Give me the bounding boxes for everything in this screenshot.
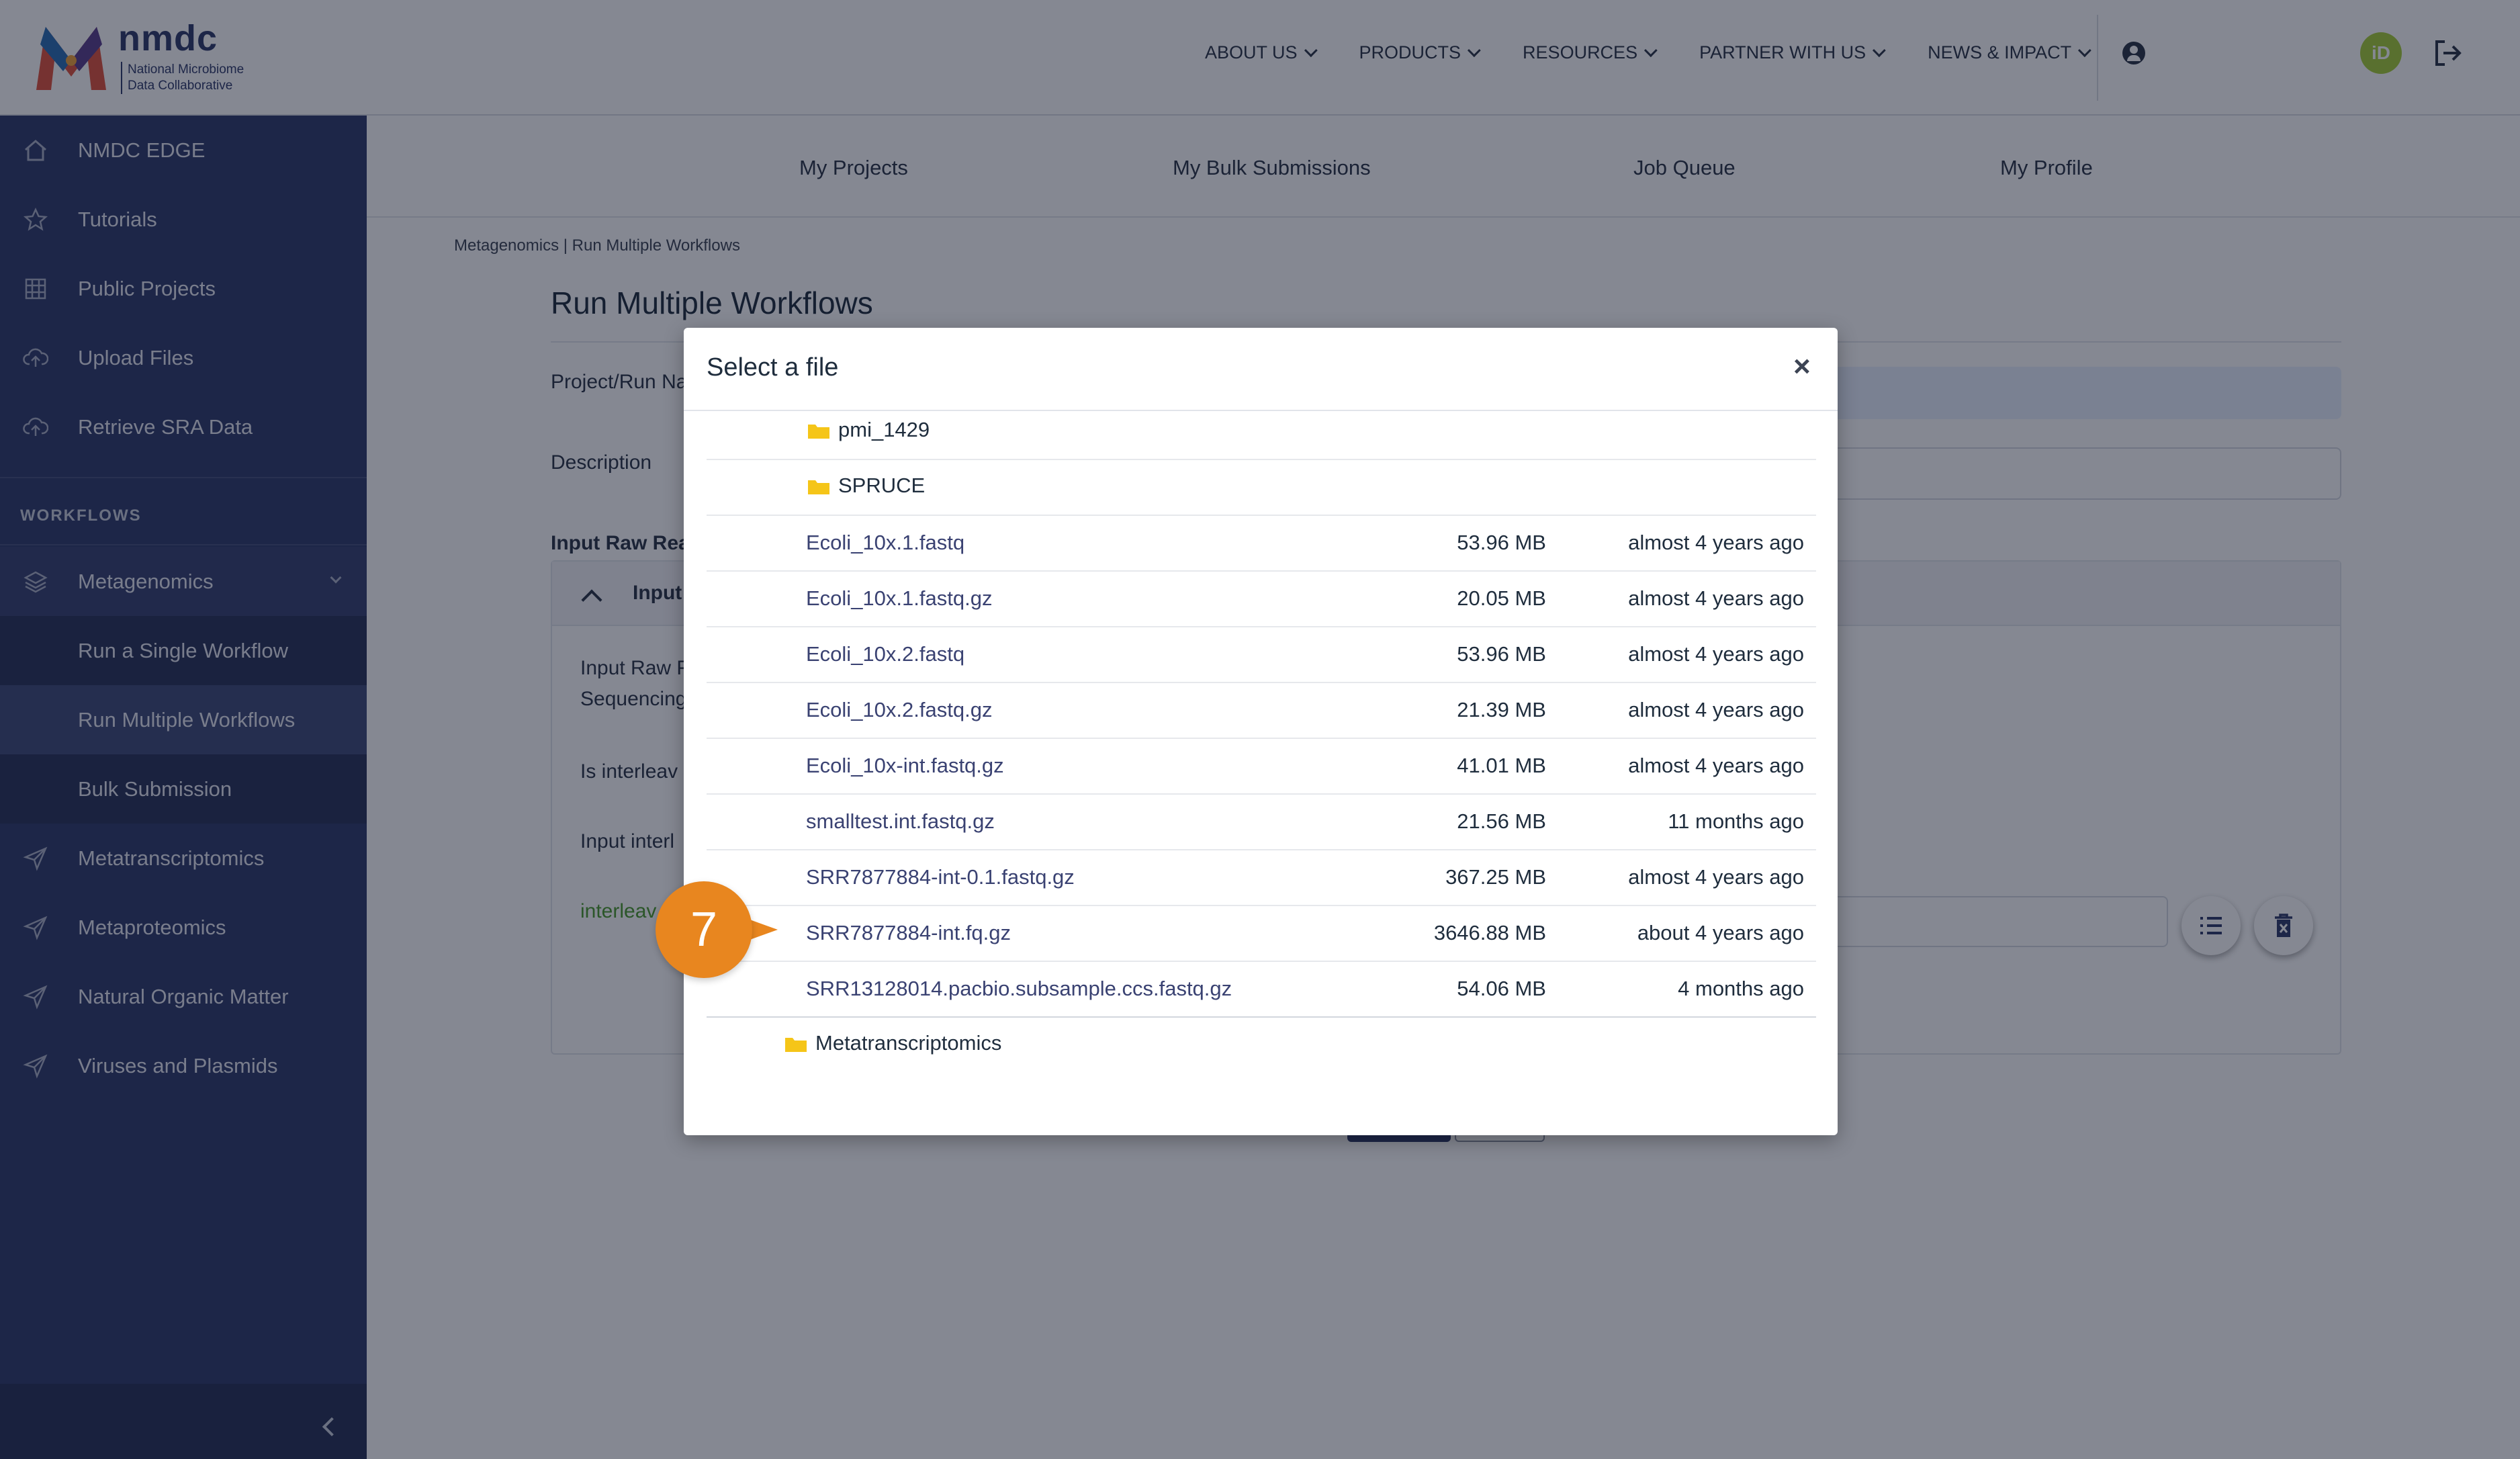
folder-icon bbox=[808, 480, 829, 494]
folder-name: SPRUCE bbox=[838, 474, 926, 497]
file-date: almost 4 years ago bbox=[1628, 531, 1804, 554]
folder-name: Metatranscriptomics bbox=[815, 1031, 1002, 1055]
file-size: 3646.88 MB bbox=[1433, 921, 1546, 944]
file-name: SRR13128014.pacbio.subsample.ccs.fastq.g… bbox=[806, 977, 1232, 1000]
close-icon[interactable]: × bbox=[1793, 352, 1811, 382]
file-size: 41.01 MB bbox=[1457, 754, 1546, 777]
file-size: 21.56 MB bbox=[1457, 809, 1546, 833]
folder-name: pmi_1429 bbox=[838, 418, 930, 441]
folder-icon bbox=[785, 1038, 807, 1052]
file-size: 53.96 MB bbox=[1457, 531, 1546, 554]
file-name: Ecoli_10x.2.fastq bbox=[806, 642, 965, 666]
file-row[interactable]: Ecoli_10x.2.fastq.gz 21.39 MB almost 4 y… bbox=[707, 683, 1816, 739]
folder-icon bbox=[808, 425, 829, 439]
file-name: Ecoli_10x.1.fastq bbox=[806, 531, 965, 554]
step-number-badge: 7 bbox=[656, 881, 752, 978]
file-size: 20.05 MB bbox=[1457, 586, 1546, 610]
file-size: 367.25 MB bbox=[1445, 865, 1546, 889]
folder-row-metatranscriptomics[interactable]: Metatranscriptomics bbox=[707, 1018, 1816, 1073]
file-row[interactable]: SRR7877884-int-0.1.fastq.gz 367.25 MB al… bbox=[707, 850, 1816, 906]
file-size: 21.39 MB bbox=[1457, 698, 1546, 721]
file-row[interactable]: Ecoli_10x.1.fastq.gz 20.05 MB almost 4 y… bbox=[707, 572, 1816, 627]
file-name: SRR7877884-int.fq.gz bbox=[806, 921, 1011, 944]
file-date: almost 4 years ago bbox=[1628, 754, 1804, 777]
file-date: almost 4 years ago bbox=[1628, 642, 1804, 666]
file-row[interactable]: Ecoli_10x.2.fastq 53.96 MB almost 4 year… bbox=[707, 627, 1816, 683]
file-date: 4 months ago bbox=[1678, 977, 1804, 1000]
modal-title: Select a file bbox=[707, 353, 839, 382]
file-row-selected-target[interactable]: SRR7877884-int.fq.gz 3646.88 MB about 4 … bbox=[707, 906, 1816, 962]
folder-row-spruce[interactable]: SPRUCE bbox=[707, 460, 1816, 516]
file-row[interactable]: SRR13128014.pacbio.subsample.ccs.fastq.g… bbox=[707, 962, 1816, 1018]
file-size: 54.06 MB bbox=[1457, 977, 1546, 1000]
select-file-modal: Select a file × pmi_1429 SPRUCE Ecoli_10… bbox=[684, 328, 1838, 1135]
file-date: almost 4 years ago bbox=[1628, 586, 1804, 610]
folder-row-pmi-1429[interactable]: pmi_1429 bbox=[707, 404, 1816, 460]
file-size: 53.96 MB bbox=[1457, 642, 1546, 666]
file-row[interactable]: smalltest.int.fastq.gz 21.56 MB 11 month… bbox=[707, 795, 1816, 850]
file-date: about 4 years ago bbox=[1637, 921, 1804, 944]
file-name: SRR7877884-int-0.1.fastq.gz bbox=[806, 865, 1075, 889]
file-row[interactable]: Ecoli_10x-int.fastq.gz 41.01 MB almost 4… bbox=[707, 739, 1816, 795]
file-date: almost 4 years ago bbox=[1628, 865, 1804, 889]
modal-header: Select a file × bbox=[684, 328, 1838, 411]
file-date: 11 months ago bbox=[1668, 809, 1804, 833]
file-name: Ecoli_10x.2.fastq.gz bbox=[806, 698, 993, 721]
file-name: smalltest.int.fastq.gz bbox=[806, 809, 995, 833]
file-name: Ecoli_10x.1.fastq.gz bbox=[806, 586, 993, 610]
file-name: Ecoli_10x-int.fastq.gz bbox=[806, 754, 1004, 777]
file-row[interactable]: Ecoli_10x.1.fastq 53.96 MB almost 4 year… bbox=[707, 516, 1816, 572]
file-date: almost 4 years ago bbox=[1628, 698, 1804, 721]
